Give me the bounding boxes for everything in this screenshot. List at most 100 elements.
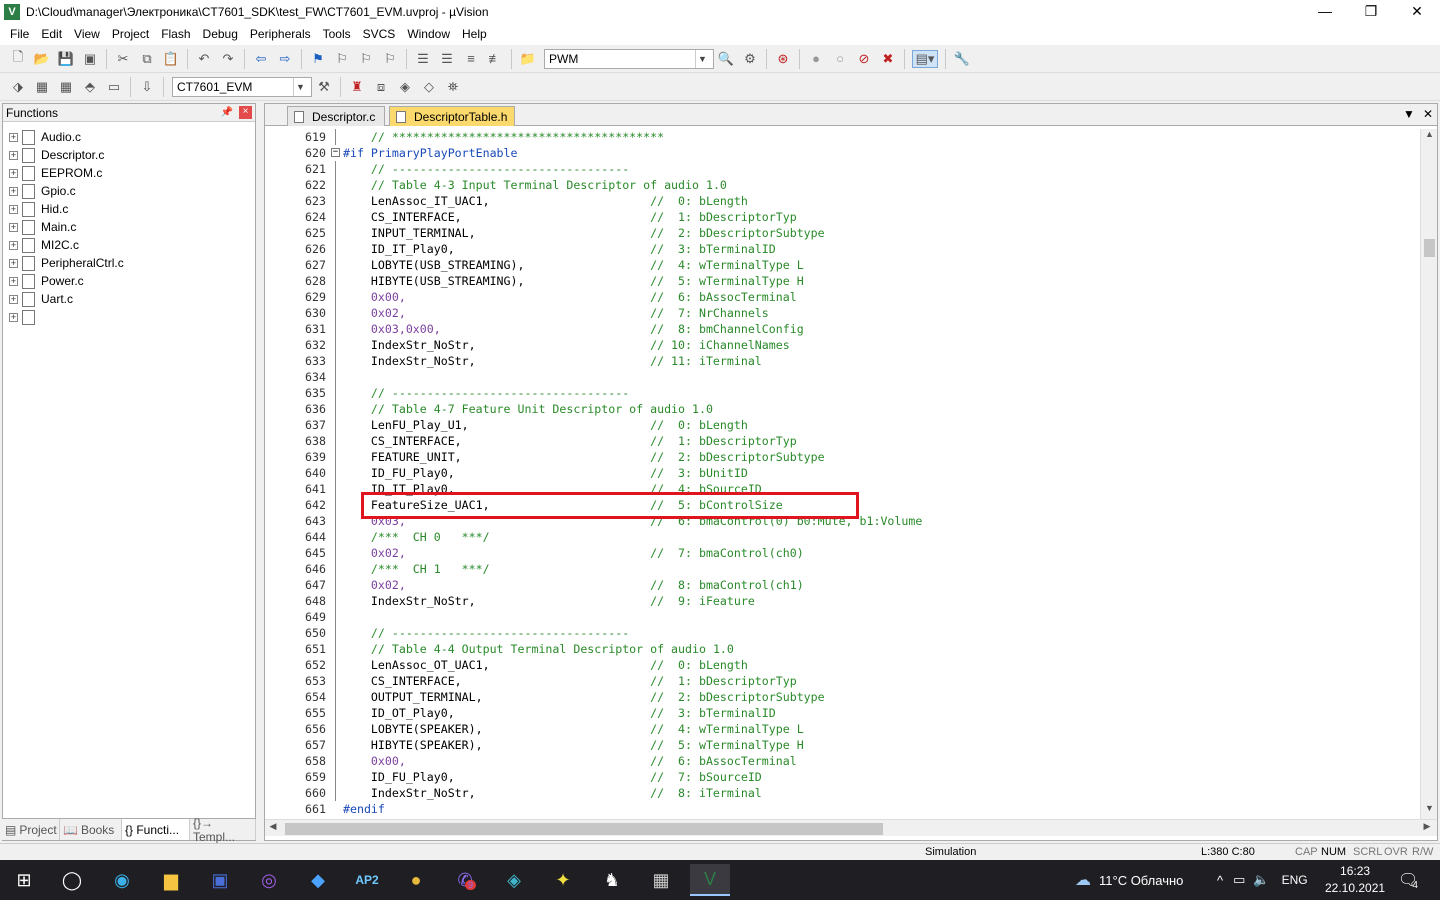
language-indicator[interactable]: ENG — [1282, 873, 1308, 887]
expand-icon[interactable]: + — [9, 150, 18, 160]
code-line[interactable]: 657 HIBYTE(SPEAKER), // 5: wTerminalType … — [265, 737, 1419, 753]
notification-center[interactable]: 🗨 4 — [1398, 860, 1418, 900]
build-icon[interactable]: ▦ — [33, 78, 51, 96]
code-line[interactable]: 654 OUTPUT_TERMINAL, // 2: bDescriptorSub… — [265, 689, 1419, 705]
scroll-right-icon[interactable]: ▶ — [1419, 821, 1435, 832]
new-file-icon[interactable]: 🗋 — [9, 49, 27, 68]
code-line[interactable]: 635 // ---------------------------------… — [265, 385, 1419, 401]
nav-forward-icon[interactable]: ⇨ — [276, 50, 294, 68]
code-line[interactable]: 638 CS_INTERFACE, // 1: bDescriptorTyp — [265, 433, 1419, 449]
volume-icon[interactable]: 🔈 — [1253, 872, 1269, 888]
unindent-icon[interactable]: ☰ — [438, 50, 456, 68]
expand-icon[interactable]: + — [9, 240, 18, 250]
menu-window[interactable]: Window — [401, 27, 456, 41]
download-icon[interactable]: ⇩ — [138, 78, 156, 96]
code-line[interactable]: 621 // ---------------------------------… — [265, 161, 1419, 177]
code-line[interactable]: 624 CS_INTERFACE, // 1: bDescriptorTyp — [265, 209, 1419, 225]
scroll-left-icon[interactable]: ◀ — [265, 821, 281, 832]
batch-build-icon[interactable]: ⬘ — [81, 78, 99, 96]
tree-item-mcu[interactable]: + MI2C.c — [3, 236, 255, 254]
edge-icon[interactable]: ◉ — [102, 864, 142, 896]
expand-icon[interactable]: + — [9, 294, 18, 304]
indent-icon[interactable]: ☰ — [414, 50, 432, 68]
uvision-taskbar-icon[interactable]: V — [690, 864, 730, 896]
target-combo[interactable]: CT7601_EVM ▼ — [172, 76, 312, 97]
code-line[interactable]: 660 IndexStr_NoStr, // 8: iTerminal — [265, 785, 1419, 801]
tree-item-eeprom[interactable]: + EEPROM.c — [3, 164, 255, 182]
configure-icon[interactable]: 🔧 — [953, 50, 971, 68]
tree-item-power[interactable]: + Uart.c — [3, 290, 255, 308]
nav-back-icon[interactable]: ⇦ — [252, 50, 270, 68]
gears-app-icon[interactable]: ✦ — [543, 864, 583, 896]
next-bookmark-icon[interactable]: ⚐ — [357, 50, 375, 68]
network-icon[interactable]: ▭ — [1233, 872, 1245, 888]
menu-peripherals[interactable]: Peripherals — [244, 27, 317, 41]
menu-view[interactable]: View — [68, 27, 106, 41]
code-line[interactable]: 619 // *********************************… — [265, 129, 1419, 145]
code-line[interactable]: 656 LOBYTE(SPEAKER), // 4: wTerminalType … — [265, 721, 1419, 737]
insert-breakpoint-icon[interactable]: ● — [807, 50, 825, 68]
code-line[interactable]: 634 — [265, 369, 1419, 385]
scroll-down-icon[interactable]: ▼ — [1421, 803, 1438, 819]
expand-icon[interactable]: + — [9, 312, 18, 322]
find-icon[interactable]: 🔍 — [717, 50, 735, 68]
code-line[interactable]: 626 ID_IT_Play0, // 3: bTerminalID — [265, 241, 1419, 257]
clock[interactable]: 16:23 22.10.2021 — [1325, 863, 1385, 897]
code-line[interactable]: 637 LenFU_Play_U1, // 0: bLength — [265, 417, 1419, 433]
tab-functions[interactable]: {} Functi... — [122, 819, 190, 840]
tab-project[interactable]: ▤ Project — [2, 819, 60, 840]
stop-build-icon[interactable]: ▭ — [105, 78, 123, 96]
menu-tools[interactable]: Tools — [317, 27, 357, 41]
pin-icon[interactable]: 📌 — [221, 107, 233, 118]
code-line[interactable]: 639 FEATURE_UNIT, // 2: bDescriptorSubtyp… — [265, 449, 1419, 465]
expand-icon[interactable]: + — [9, 276, 18, 286]
code-line[interactable]: 628 HIBYTE(USB_STREAMING), // 5: wTermina… — [265, 273, 1419, 289]
tree-item-mi2c[interactable]: + PeripheralCtrl.c — [3, 254, 255, 272]
comment-icon[interactable]: ≡ — [462, 50, 480, 68]
find-in-files-icon[interactable]: 📁 — [519, 50, 537, 68]
chrome-icon[interactable]: ● — [396, 864, 436, 896]
audio-app-icon[interactable]: ◎ — [249, 864, 289, 896]
scroll-thumb[interactable] — [1424, 239, 1435, 257]
code-line[interactable]: 620− #if PrimaryPlayPortEnable — [265, 145, 1419, 161]
code-line[interactable]: 645 0x02, // 7: bmaControl(ch0) — [265, 545, 1419, 561]
weather-widget[interactable]: ☁ 11°C Облачно — [1075, 860, 1183, 900]
code-line[interactable]: 652 LenAssoc_OT_UAC1, // 0: bLength — [265, 657, 1419, 673]
code-line[interactable]: 644 /*** CH 0 ***/ — [265, 529, 1419, 545]
horizontal-scrollbar[interactable]: ◀ ▶ — [265, 819, 1437, 836]
scroll-thumb[interactable] — [285, 823, 883, 835]
code-editor[interactable]: 619 // *********************************… — [265, 129, 1419, 819]
open-file-icon[interactable]: 📂 — [33, 50, 51, 68]
code-line[interactable]: 640 ID_FU_Play0, // 3: bUnitID — [265, 465, 1419, 481]
manage-rte-icon[interactable]: ◈ — [396, 78, 414, 96]
code-line[interactable]: 650 // ---------------------------------… — [265, 625, 1419, 641]
expand-icon[interactable]: + — [9, 222, 18, 232]
code-line[interactable]: 648 IndexStr_NoStr, // 9: iFeature — [265, 593, 1419, 609]
manage-project-icon[interactable]: ♜ — [348, 78, 366, 96]
tab-list-icon[interactable]: ▼ — [1403, 107, 1415, 121]
code-line[interactable]: 661 #endif — [265, 801, 1419, 817]
find-combo[interactable]: PWM ▼ — [544, 48, 714, 69]
code-line[interactable]: 659 ID_FU_Play0, // 7: bSourceID — [265, 769, 1419, 785]
menu-debug[interactable]: Debug — [197, 27, 244, 41]
menu-file[interactable]: File — [4, 27, 35, 41]
network-app-icon[interactable]: ◈ — [494, 864, 534, 896]
expand-icon[interactable]: + — [9, 168, 18, 178]
code-line[interactable]: 658 0x00, // 6: bAssocTerminal — [265, 753, 1419, 769]
translate-icon[interactable]: ⬗ — [9, 78, 27, 96]
paste-icon[interactable]: 📋 — [162, 50, 180, 68]
close-icon[interactable]: × — [239, 106, 252, 119]
debug-session-icon[interactable]: ⊛ — [774, 50, 792, 68]
code-line[interactable]: 631 0x03,0x00, // 8: bmChannelConfig — [265, 321, 1419, 337]
floppy-app-icon[interactable]: ▣ — [200, 864, 240, 896]
scroll-up-icon[interactable]: ▲ — [1421, 129, 1438, 145]
collapse-icon[interactable]: − — [331, 148, 340, 157]
media-app-icon[interactable]: ▦ — [641, 864, 681, 896]
code-line[interactable]: 633 IndexStr_NoStr, // 11: iTerminal — [265, 353, 1419, 369]
code-line[interactable]: 647 0x02, // 8: bmaControl(ch1) — [265, 577, 1419, 593]
maximize-button[interactable]: ❐ — [1348, 0, 1394, 23]
tree-item-audio[interactable]: + Audio.c — [3, 128, 255, 146]
start-button[interactable]: ⊞ — [4, 864, 44, 896]
file-explorer-icon[interactable]: ▆ — [151, 864, 191, 896]
select-packs-icon[interactable]: ⧈ — [372, 78, 390, 96]
